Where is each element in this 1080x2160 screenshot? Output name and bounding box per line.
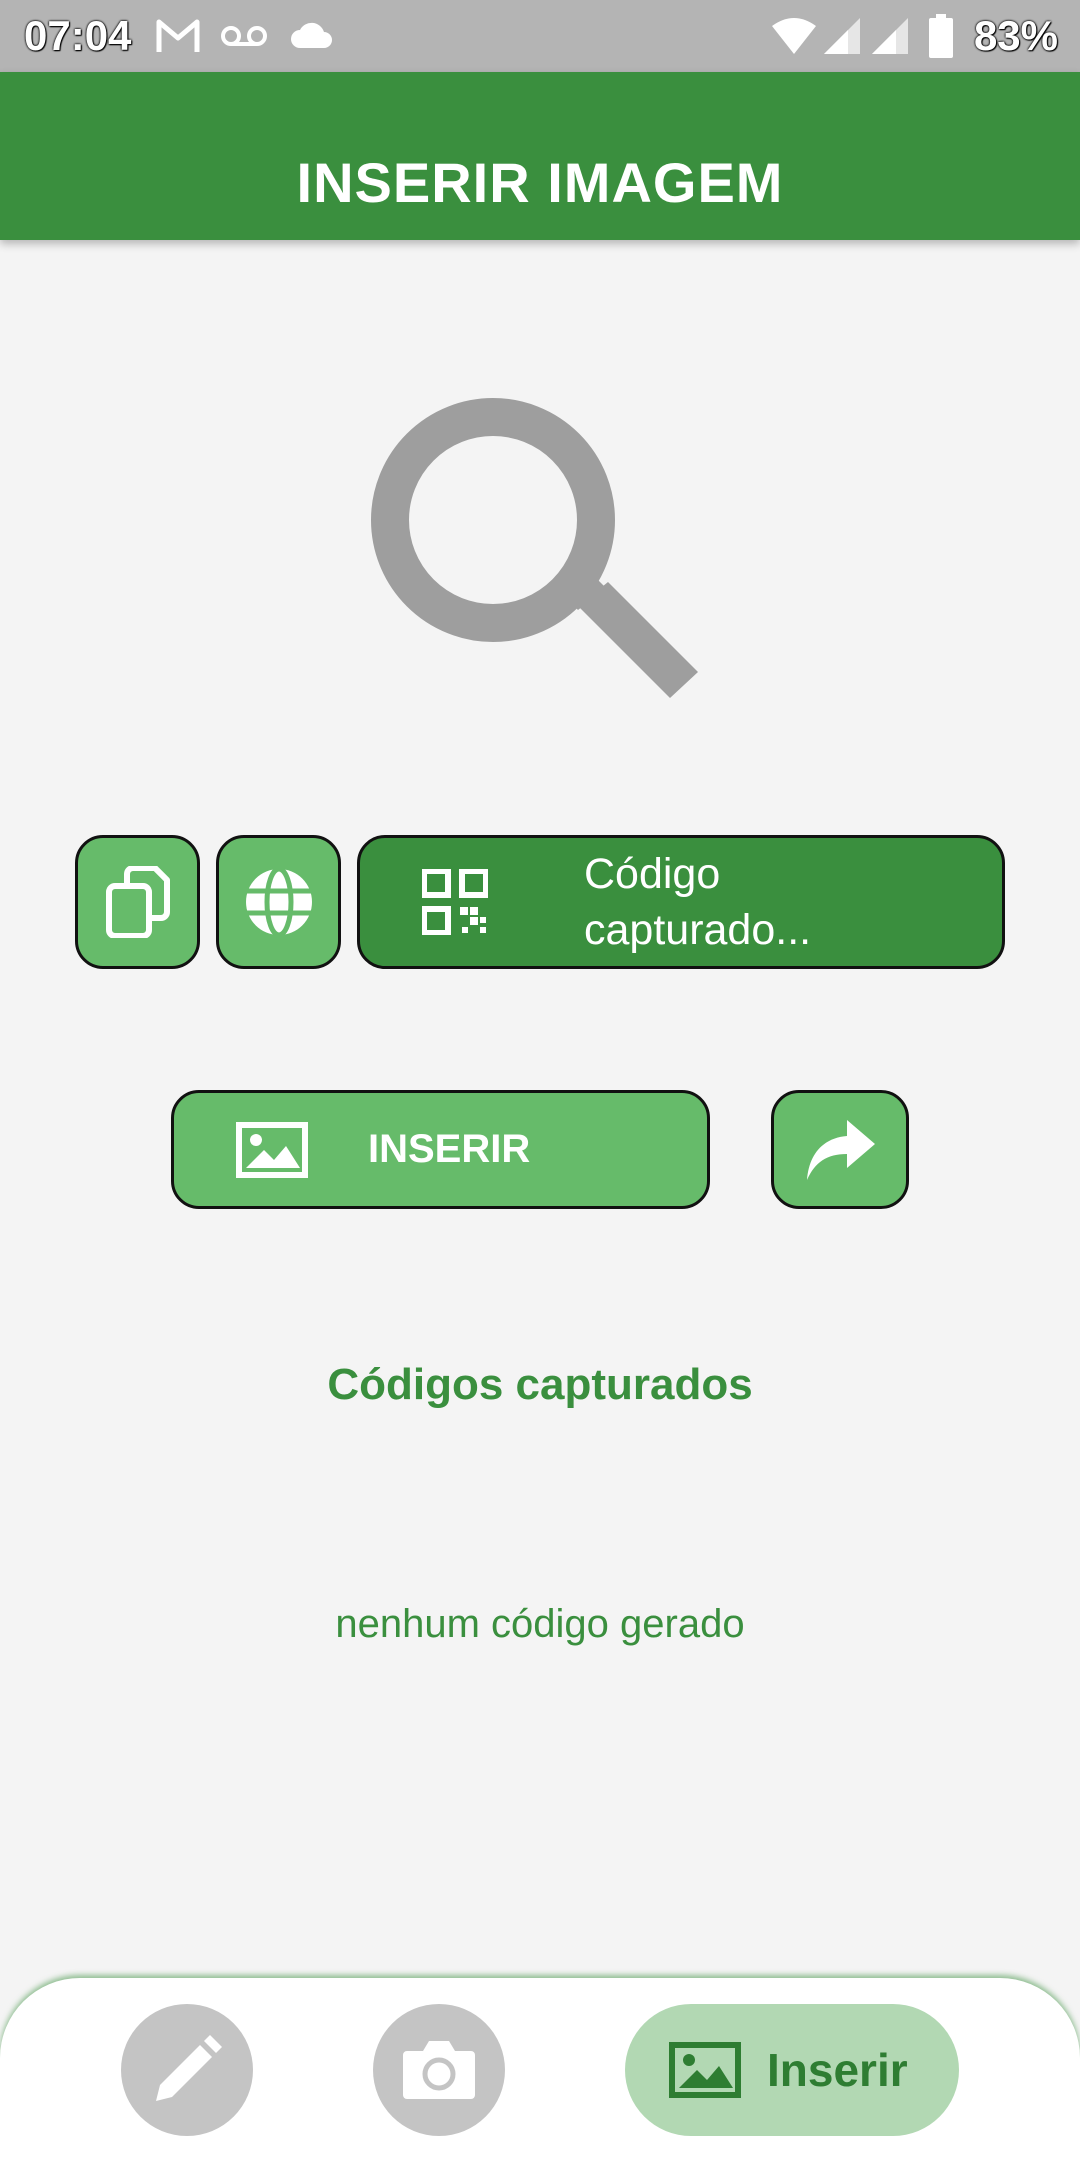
share-button[interactable] [771,1090,909,1209]
status-bar: 07:04 83% [0,0,1080,72]
image-icon [236,1121,308,1178]
gmail-icon [156,19,200,52]
captured-codes-title: Códigos capturados [327,1360,753,1409]
captured-code-button[interactable]: Código capturado... [357,835,1005,969]
pencil-icon [156,2035,222,2101]
captured-code-label-line2: capturado... [584,906,812,954]
nav-camera-button[interactable] [373,2004,505,2136]
captured-code-label-line1: Código [584,850,721,898]
insert-button[interactable]: INSERIR [171,1090,710,1209]
web-button[interactable] [216,835,341,969]
signal-icon [872,18,908,54]
battery-percentage: 83% [973,12,1058,59]
nav-insert-button[interactable]: Inserir [625,2004,959,2136]
signal-icon [824,18,860,54]
qr-code-icon [422,869,488,935]
copy-icon [105,866,170,938]
battery-icon [929,14,953,58]
status-time: 07:04 [24,12,132,59]
nav-edit-button[interactable] [121,2004,253,2136]
insert-button-label: INSERIR [368,1127,531,1171]
nav-insert-label: Inserir [767,2044,908,2096]
captured-code-label: Código capturado... [584,846,811,958]
image-icon [669,2042,741,2098]
globe-icon [245,866,312,938]
voicemail-icon [221,26,267,46]
app-bar: INSERIR IMAGEM [0,72,1080,240]
empty-codes-message: nenhum código gerado [335,1602,745,1646]
bottom-navigation: Inserir [0,1978,1080,2160]
camera-icon [403,2041,475,2099]
cloud-icon [291,22,332,48]
copy-button[interactable] [75,835,200,969]
wifi-icon [772,18,816,54]
page-title: INSERIR IMAGEM [296,151,784,214]
search-icon [371,398,698,698]
share-arrow-icon [807,1119,875,1180]
